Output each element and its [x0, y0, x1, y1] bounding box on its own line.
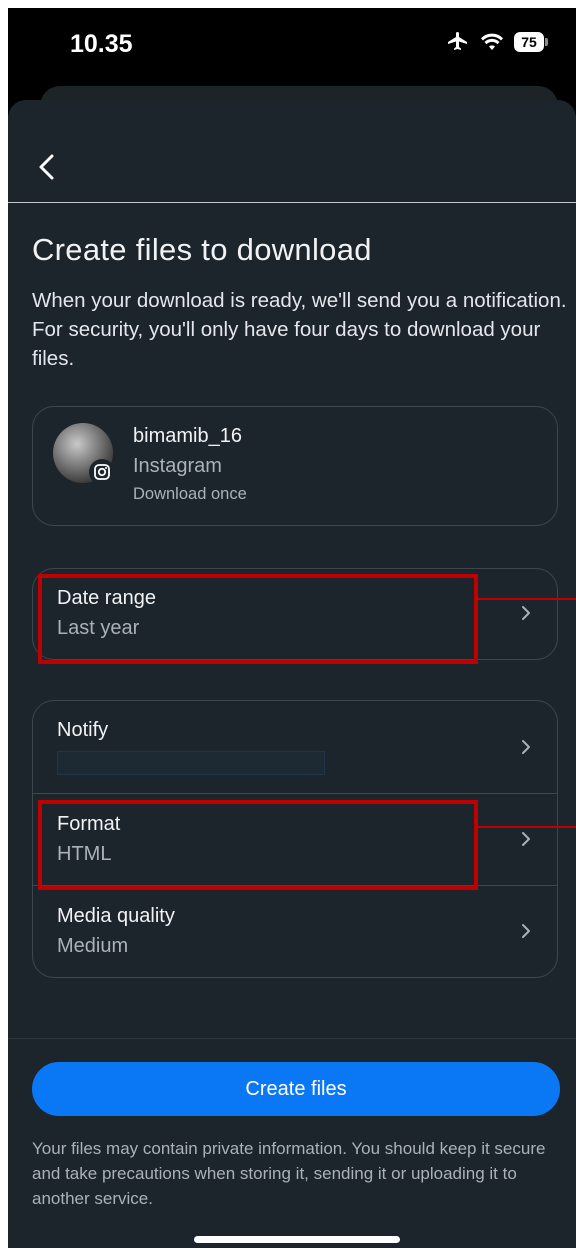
account-app: Instagram	[133, 455, 222, 477]
status-time: 10.35	[70, 30, 133, 58]
page-title: Create files to download	[32, 232, 372, 267]
download-sheet: Create files to download When your downl…	[8, 100, 576, 1248]
account-username: bimamib_16	[133, 425, 242, 447]
account-card: bimamib_16 Instagram Download once	[32, 406, 558, 526]
privacy-disclaimer: Your files may contain private informati…	[32, 1139, 546, 1208]
status-icons: 75	[446, 30, 548, 54]
battery-level: 75	[514, 32, 544, 52]
media-quality-value: Medium	[57, 935, 129, 957]
account-note: Download once	[133, 485, 247, 503]
chevron-right-icon	[522, 832, 530, 846]
footer-divider	[8, 1038, 576, 1039]
notify-value-redacted	[57, 751, 325, 775]
chevron-right-icon	[522, 740, 530, 754]
chevron-right-icon	[522, 606, 530, 620]
create-files-button[interactable]: Create files	[32, 1062, 560, 1116]
highlight-box-format	[38, 800, 478, 890]
media-quality-label: Media quality	[57, 905, 175, 927]
chevron-left-icon[interactable]	[30, 150, 64, 184]
page-description: When your download is ready, we'll send …	[32, 289, 567, 370]
row-divider	[33, 793, 557, 794]
battery-icon: 75	[514, 32, 548, 52]
notify-label: Notify	[57, 719, 109, 741]
phone-screen: 10.35 75 Create files to download When y…	[8, 8, 576, 1248]
airplane-icon	[448, 32, 467, 50]
chevron-right-icon	[522, 924, 530, 938]
header-divider	[8, 202, 576, 203]
status-bar: 10.35 75	[8, 8, 576, 88]
highlight-pointer-line	[478, 826, 576, 828]
wifi-icon	[481, 33, 503, 50]
highlight-box-date-range	[38, 574, 478, 664]
highlight-pointer-line	[478, 598, 576, 600]
instagram-icon	[89, 459, 115, 485]
home-indicator[interactable]	[194, 1236, 400, 1243]
